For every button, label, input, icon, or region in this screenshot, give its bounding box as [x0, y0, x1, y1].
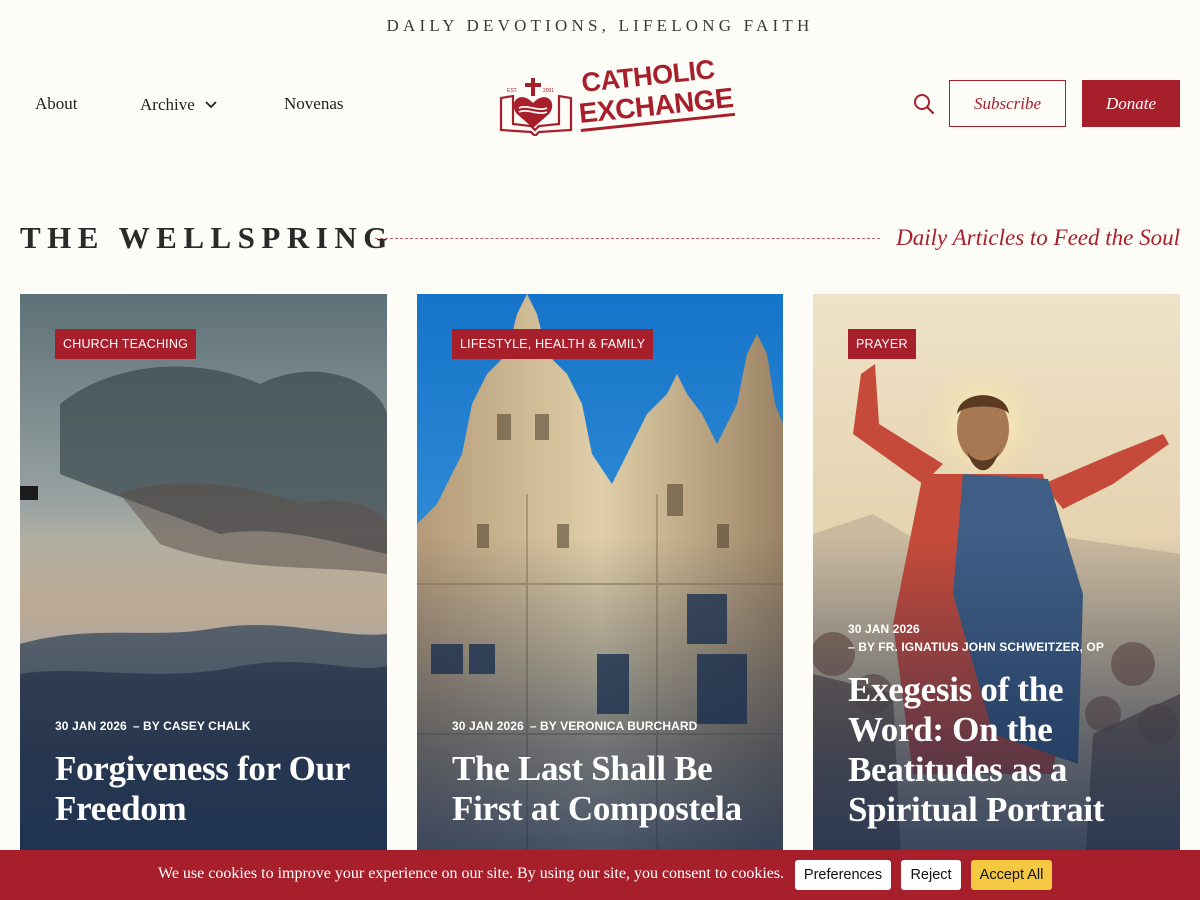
cookie-consent-bar: We use cookies to improve your experienc… — [0, 850, 1200, 900]
nav-archive-label: Archive — [140, 95, 195, 114]
article-card-forgiveness[interactable]: CHURCH TEACHING 30 JAN 2026 – BY CASEY CH… — [20, 294, 387, 900]
article-date: 30 JAN 2026 — [452, 719, 524, 733]
article-author[interactable]: – BY VERONICA BURCHARD — [530, 719, 698, 733]
chevron-down-icon — [205, 94, 217, 114]
article-author[interactable]: – BY CASEY CHALK — [133, 719, 251, 733]
article-title[interactable]: The Last Shall Be First at Compostela — [452, 749, 762, 829]
article-date: 30 JAN 2026 — [848, 622, 920, 636]
section-title: THE WELLSPRING — [20, 220, 394, 255]
logo-est-text: EST. — [507, 88, 518, 94]
category-tag[interactable]: PRAYER — [848, 329, 916, 359]
category-tag[interactable]: LIFESTYLE, HEALTH & FAMILY — [452, 329, 654, 359]
subscribe-button[interactable]: Subscribe — [949, 80, 1066, 127]
article-meta: 30 JAN 2026 – BY VERONICA BURCHARD — [452, 717, 697, 735]
article-meta: 30 JAN 2026 – BY FR. IGNATIUS JOHN SCHWEI… — [848, 620, 1104, 656]
category-tag[interactable]: CHURCH TEACHING — [55, 329, 196, 359]
heart-book-emblem-icon: EST. 2001 — [499, 78, 573, 136]
article-date: 30 JAN 2026 — [55, 719, 127, 733]
nav-archive[interactable]: Archive — [140, 94, 217, 115]
search-icon — [914, 94, 935, 115]
nav-novenas[interactable]: Novenas — [284, 94, 343, 114]
donate-button[interactable]: Donate — [1082, 80, 1180, 127]
article-author[interactable]: – BY FR. IGNATIUS JOHN SCHWEITZER, OP — [848, 638, 1104, 656]
search-button[interactable] — [912, 92, 936, 116]
article-card-exegesis[interactable]: PRAYER 30 JAN 2026 – BY FR. IGNATIUS JOHN… — [813, 294, 1180, 900]
article-card-compostela[interactable]: LIFESTYLE, HEALTH & FAMILY 30 JAN 2026 – … — [417, 294, 783, 900]
nav-about[interactable]: About — [35, 94, 78, 114]
cookie-preferences-button[interactable]: Preferences — [795, 860, 891, 890]
article-title[interactable]: Forgiveness for Our Freedom — [55, 749, 365, 829]
cookie-accept-button[interactable]: Accept All — [971, 860, 1052, 890]
article-title[interactable]: Exegesis of the Word: On the Beatitudes … — [848, 670, 1158, 830]
logo-est-year: 2001 — [543, 88, 554, 94]
site-tagline: DAILY DEVOTIONS, LIFELONG FAITH — [386, 16, 814, 35]
cookie-message: We use cookies to improve your experienc… — [158, 865, 785, 882]
section-divider — [375, 238, 880, 239]
article-meta: 30 JAN 2026 – BY CASEY CHALK — [55, 717, 251, 735]
section-subtitle: Daily Articles to Feed the Soul — [896, 225, 1180, 250]
cookie-reject-button[interactable]: Reject — [901, 860, 961, 890]
site-logo[interactable]: EST. 2001 CATHOLIC EXCHANGE — [499, 54, 735, 138]
